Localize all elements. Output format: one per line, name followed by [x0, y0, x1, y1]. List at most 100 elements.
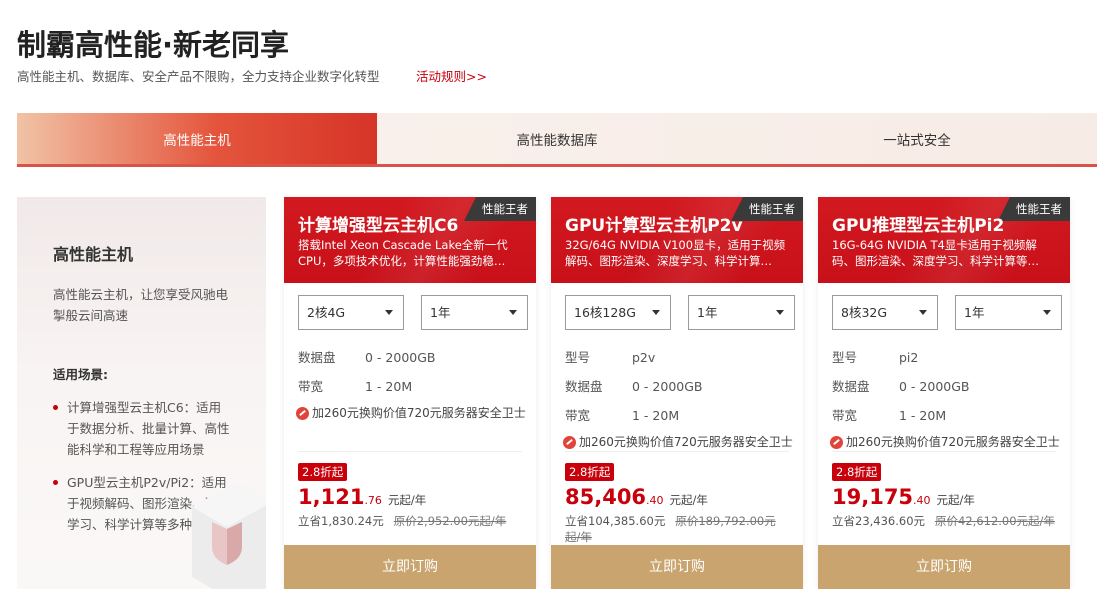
spec-row: 带宽 1 - 20M	[298, 372, 526, 401]
tab-one-stop-security[interactable]: 一站式安全	[737, 113, 1097, 164]
term-select-value: 1年	[697, 305, 718, 320]
spec-list: 数据盘 0 - 2000GB 带宽 1 - 20M 加260元换购价值720元服务器…	[296, 343, 526, 425]
promo-text: 加260元换购价值720元服务器安全卫士	[312, 406, 526, 420]
product-card-p2v: 性能王者 GPU计算型云主机P2v 32G/64G NVIDIA V100显卡，…	[551, 197, 803, 589]
term-select-value: 1年	[964, 305, 985, 320]
card-header: 性能王者 GPU推理型云主机Pi2 16G-64G NVIDIA T4显卡适用于…	[818, 197, 1070, 283]
chevron-down-icon	[385, 310, 393, 315]
spec-key: 数据盘	[832, 379, 870, 394]
card-title: GPU推理型云主机Pi2	[832, 216, 1005, 236]
performance-badge: 性能王者	[464, 197, 536, 221]
spec-value: 0 - 2000GB	[365, 350, 436, 365]
promo-icon	[830, 435, 843, 449]
spec-value: 0 - 2000GB	[899, 379, 970, 394]
spec-key: 型号	[832, 350, 858, 365]
spec-row: 带宽 1 - 20M	[565, 401, 793, 430]
term-select-value: 1年	[430, 305, 451, 320]
tab-high-performance-database[interactable]: 高性能数据库	[377, 113, 737, 164]
sidebar-description: 高性能云主机，让您享受风驰电掣般云间高速	[53, 287, 229, 323]
divider	[832, 451, 1056, 452]
price-decimal: .40	[913, 494, 931, 507]
price-unit: 元起/年	[387, 493, 427, 507]
divider	[298, 451, 522, 452]
price-unit: 元起/年	[669, 493, 708, 507]
price-integer: 1,121	[298, 485, 365, 509]
spec-row: 型号 p2v	[565, 343, 793, 372]
spec-key: 带宽	[298, 379, 324, 394]
card-header: 性能王者 计算增强型云主机C6 搭载Intel Xeon Cascade Lak…	[284, 197, 536, 283]
spec-select[interactable]: 8核32G	[832, 295, 938, 330]
discount-badge: 2.8折起	[298, 463, 348, 481]
tab-high-performance-host[interactable]: 高性能主机	[17, 113, 377, 164]
product-card-c6: 性能王者 计算增强型云主机C6 搭载Intel Xeon Cascade Lak…	[284, 197, 536, 589]
savings: 立省104,385.60元 原价189,792.00元起/年	[565, 513, 791, 545]
card-description: 搭载Intel Xeon Cascade Lake全新一代CPU，多项技术优化，…	[298, 238, 508, 268]
savings: 立省23,436.60元 原价42,612.00元起/年	[832, 513, 1058, 529]
spec-key: 数据盘	[298, 350, 336, 365]
sidebar-title: 高性能主机	[53, 245, 134, 264]
spec-key: 带宽	[565, 408, 591, 423]
price-decimal: .40	[646, 494, 664, 507]
price-integer: 19,175	[832, 485, 914, 509]
discount-badge: 2.8折起	[565, 463, 615, 481]
spec-value: 1 - 20M	[365, 379, 413, 394]
spec-key: 带宽	[832, 408, 858, 423]
card-description: 16G-64G NVIDIA T4显卡适用于视频解码、图形渲染、深度学习、科学计…	[832, 238, 1039, 268]
chevron-down-icon	[919, 310, 927, 315]
card-title: GPU计算型云主机P2v	[565, 216, 743, 236]
spec-list: 型号 pi2 数据盘 0 - 2000GB 带宽 1 - 20M 加260元换购价值7…	[830, 343, 1060, 454]
shield-decoration-icon	[192, 482, 266, 589]
card-description: 32G/64G NVIDIA V100显卡，适用于视频解码、图形渲染、深度学习、…	[565, 238, 786, 268]
page-title: 制霸高性能·新老同享	[17, 28, 290, 62]
promo-icon	[563, 435, 576, 449]
term-select[interactable]: 1年	[421, 295, 528, 330]
discount-badge: 2.8折起	[832, 463, 882, 481]
spec-select[interactable]: 2核4G	[298, 295, 404, 330]
chevron-down-icon	[776, 310, 784, 315]
spec-select-value: 16核128G	[574, 305, 636, 320]
product-card-pi2: 性能王者 GPU推理型云主机Pi2 16G-64G NVIDIA T4显卡适用于…	[818, 197, 1070, 589]
scenario-text: 计算增强型云主机C6：适用于数据分析、批量计算、高性能科学和工程等应用场景	[67, 400, 230, 457]
category-sidebar: 高性能主机 高性能云主机，让您享受风驰电掣般云间高速 适用场景: 计算增强型云主…	[17, 197, 266, 589]
original-price: 原价42,612.00元起/年	[935, 514, 1055, 528]
buy-now-button[interactable]: 立即订购	[284, 545, 536, 589]
activity-rules-link[interactable]: 活动规则>>	[416, 66, 487, 85]
card-header: 性能王者 GPU计算型云主机P2v 32G/64G NVIDIA V100显卡，…	[551, 197, 803, 283]
save-amount: 立省1,830.24元	[298, 514, 384, 528]
spec-select-value: 8核32G	[841, 305, 888, 320]
product-tabs: 高性能主机 高性能数据库 一站式安全	[17, 113, 1097, 167]
chevron-down-icon	[652, 310, 660, 315]
spec-row: 带宽 1 - 20M	[832, 401, 1060, 430]
spec-row: 数据盘 0 - 2000GB	[832, 372, 1060, 401]
term-select[interactable]: 1年	[688, 295, 795, 330]
chevron-down-icon	[1043, 310, 1051, 315]
bullet-icon	[53, 405, 58, 410]
price-integer: 85,406	[565, 485, 647, 509]
price: 85,406.40 元起/年	[565, 485, 708, 509]
original-price: 原价2,952.00元起/年	[393, 514, 507, 528]
spec-select[interactable]: 16核128G	[565, 295, 671, 330]
bullet-icon	[53, 480, 58, 485]
spec-row: 型号 pi2	[832, 343, 1060, 372]
price-unit: 元起/年	[936, 493, 975, 507]
promo-icon	[296, 406, 309, 420]
promo-line: 加260元换购价值720元服务器安全卫士	[296, 401, 526, 425]
divider	[565, 451, 789, 452]
buy-now-button[interactable]: 立即订购	[551, 545, 803, 589]
spec-list: 型号 p2v 数据盘 0 - 2000GB 带宽 1 - 20M 加260元换购价值7…	[563, 343, 793, 454]
save-amount: 立省104,385.60元	[565, 514, 666, 528]
price-decimal: .76	[364, 494, 382, 507]
term-select[interactable]: 1年	[955, 295, 1062, 330]
chevron-down-icon	[509, 310, 517, 315]
spec-row: 数据盘 0 - 2000GB	[565, 372, 793, 401]
savings: 立省1,830.24元 原价2,952.00元起/年	[298, 513, 524, 529]
spec-value: pi2	[899, 350, 919, 365]
buy-now-button[interactable]: 立即订购	[818, 545, 1070, 589]
save-amount: 立省23,436.60元	[832, 514, 926, 528]
scenarios-heading: 适用场景:	[53, 367, 108, 382]
spec-key: 型号	[565, 350, 591, 365]
spec-value: 1 - 20M	[632, 408, 680, 423]
price: 1,121.76 元起/年	[298, 485, 426, 509]
spec-row: 数据盘 0 - 2000GB	[298, 343, 526, 372]
spec-value: p2v	[632, 350, 656, 365]
